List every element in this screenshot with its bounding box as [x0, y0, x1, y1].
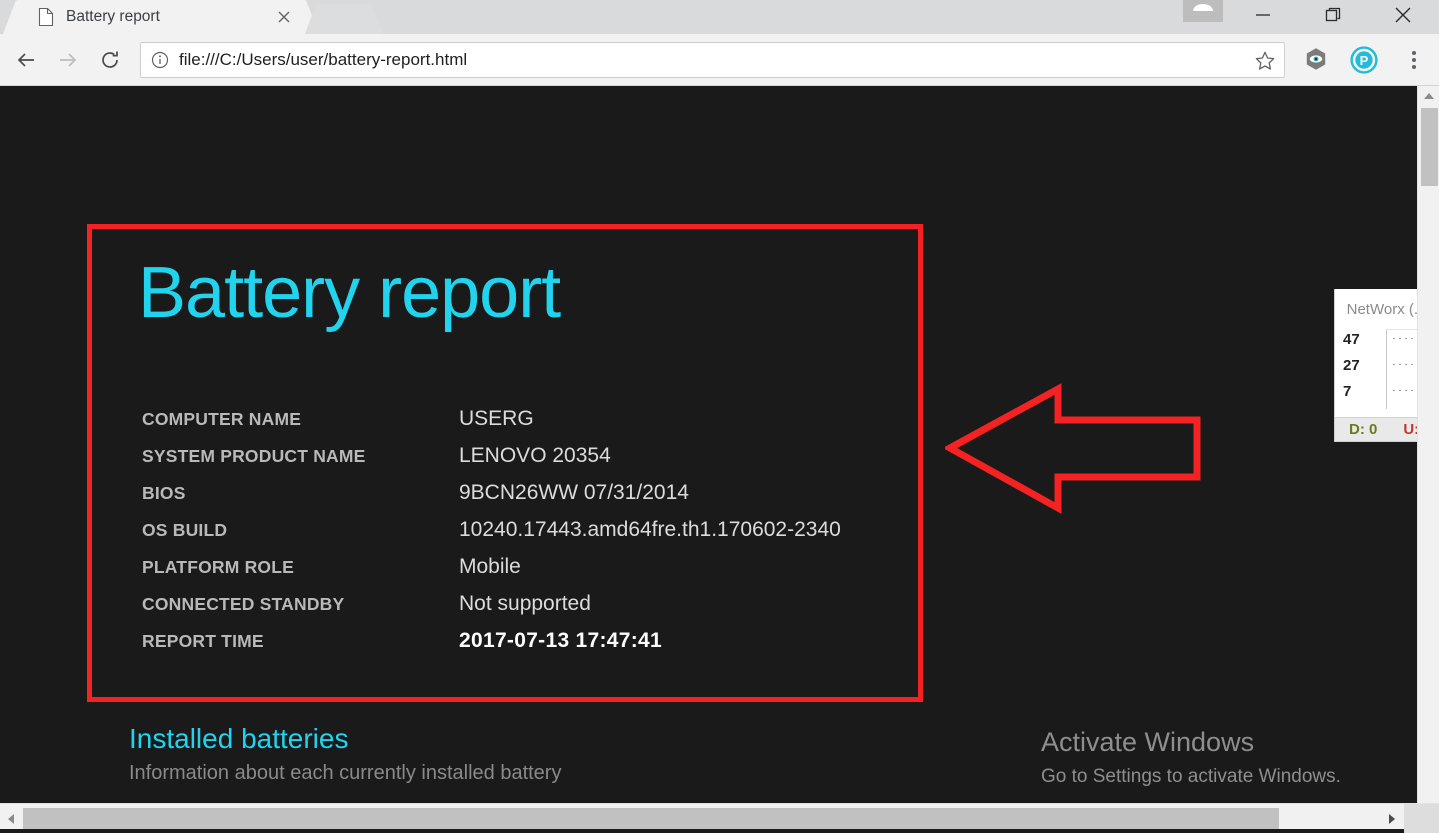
- networx-title: NetWorx (...: [1346, 300, 1417, 318]
- browser-toolbar: file:///C:/Users/user/battery-report.htm…: [0, 34, 1439, 86]
- page-title: Battery report: [138, 253, 561, 333]
- tab-title: Battery report: [66, 8, 160, 25]
- page-info-icon[interactable]: [151, 51, 169, 69]
- browser-tab-battery-report[interactable]: Battery report: [3, 0, 319, 34]
- arrow-right-icon: [60, 53, 77, 67]
- networx-axis-label-47: 47: [1343, 331, 1360, 348]
- networx-gridline: [1393, 338, 1417, 339]
- report-highlight-box: Battery report COMPUTER NAME USERG SYSTE…: [87, 224, 923, 702]
- networx-gridline: [1393, 390, 1417, 391]
- info-value-computer-name: USERG: [459, 407, 534, 430]
- info-label-report-time: REPORT TIME: [142, 631, 264, 651]
- activate-windows-watermark: Activate Windows Go to Settings to activ…: [1041, 726, 1341, 788]
- browser-window: Battery report file:///C:/Users/user/bat…: [0, 0, 1439, 833]
- horizontal-scrollbar-thumb[interactable]: [23, 808, 1279, 830]
- window-ghost-button: [1183, 0, 1223, 22]
- window-ghost-notch: [1193, 4, 1213, 11]
- info-value-platform-role: Mobile: [459, 555, 521, 578]
- annotation-arrow-left-icon: [942, 378, 1203, 514]
- reload-button[interactable]: [92, 42, 128, 78]
- section-title: Installed batteries: [129, 723, 349, 754]
- system-info-table: COMPUTER NAME USERG SYSTEM PRODUCT NAME …: [142, 407, 841, 666]
- close-icon[interactable]: [274, 7, 294, 27]
- info-value-report-time: 2017-07-13 17:47:41: [459, 629, 663, 652]
- networx-gridline: [1393, 364, 1417, 365]
- info-label-platform-role: PLATFORM ROLE: [142, 557, 294, 577]
- table-row: REPORT TIME 2017-07-13 17:47:41: [142, 629, 841, 666]
- three-dot-menu-icon: [1412, 51, 1416, 69]
- url-text: file:///C:/Users/user/battery-report.htm…: [179, 50, 468, 69]
- back-button[interactable]: [8, 42, 44, 78]
- table-row: BIOS 9BCN26WW 07/31/2014: [142, 481, 841, 518]
- networx-graph: [1386, 329, 1417, 409]
- info-label-system-product-name: SYSTEM PRODUCT NAME: [142, 446, 366, 466]
- installed-batteries-section: Installed batteries Information about ea…: [129, 721, 561, 785]
- watermark-title: Activate Windows: [1041, 727, 1255, 757]
- networx-axis-label-7: 7: [1343, 383, 1352, 400]
- minimize-button[interactable]: [1240, 0, 1286, 30]
- inactive-tab-stub[interactable]: [305, 4, 383, 34]
- window-close-button[interactable]: [1380, 0, 1426, 30]
- page-icon: [38, 7, 54, 27]
- vertical-scrollbar-thumb[interactable]: [1421, 108, 1438, 186]
- browser-menu-button[interactable]: [1400, 44, 1428, 76]
- vertical-scrollbar[interactable]: [1417, 86, 1439, 803]
- page-viewport: Battery report COMPUTER NAME USERG SYSTE…: [0, 86, 1417, 803]
- watermark-subtitle: Go to Settings to activate Windows.: [1041, 765, 1341, 787]
- arrow-left-icon: [17, 53, 34, 67]
- networx-upload-value: U:: [1403, 421, 1417, 438]
- networx-widget[interactable]: NetWorx (... 47 27 7 D: 0 U:: [1334, 289, 1417, 442]
- maximize-button[interactable]: [1310, 0, 1356, 30]
- title-bar: Battery report: [0, 0, 1439, 34]
- info-value-bios: 9BCN26WW 07/31/2014: [459, 481, 689, 504]
- info-label-connected-standby: CONNECTED STANDBY: [142, 594, 345, 614]
- p-extension-icon[interactable]: P: [1350, 46, 1378, 74]
- scroll-up-icon[interactable]: [1418, 86, 1439, 106]
- section-subtitle: Information about each currently install…: [129, 762, 562, 784]
- bookmark-star-icon[interactable]: [1254, 50, 1276, 72]
- reload-icon: [102, 51, 118, 68]
- table-row: COMPUTER NAME USERG: [142, 407, 841, 444]
- networx-status-bar: D: 0 U:: [1335, 417, 1417, 441]
- networx-graph-body: 47 27 7: [1335, 329, 1417, 409]
- info-label-os-build: OS BUILD: [142, 520, 228, 540]
- forward-button[interactable]: [50, 42, 86, 78]
- address-bar[interactable]: file:///C:/Users/user/battery-report.htm…: [140, 42, 1285, 78]
- eye-extension-icon[interactable]: [1302, 46, 1330, 74]
- info-value-connected-standby: Not supported: [459, 592, 591, 615]
- table-row: SYSTEM PRODUCT NAME LENOVO 20354: [142, 444, 841, 481]
- info-label-bios: BIOS: [142, 483, 186, 503]
- info-value-system-product-name: LENOVO 20354: [459, 444, 611, 467]
- table-row: PLATFORM ROLE Mobile: [142, 555, 841, 592]
- window-bottom-edge: [0, 829, 1404, 833]
- networx-download-value: D: 0: [1349, 421, 1378, 438]
- table-row: CONNECTED STANDBY Not supported: [142, 592, 841, 629]
- scrollbar-corner: [1404, 804, 1439, 833]
- svg-text:P: P: [1360, 53, 1369, 68]
- networx-axis-label-27: 27: [1343, 357, 1360, 374]
- info-label-computer-name: COMPUTER NAME: [142, 409, 302, 429]
- table-row: OS BUILD 10240.17443.amd64fre.th1.170602…: [142, 518, 841, 555]
- info-value-os-build: 10240.17443.amd64fre.th1.170602-2340: [459, 518, 841, 541]
